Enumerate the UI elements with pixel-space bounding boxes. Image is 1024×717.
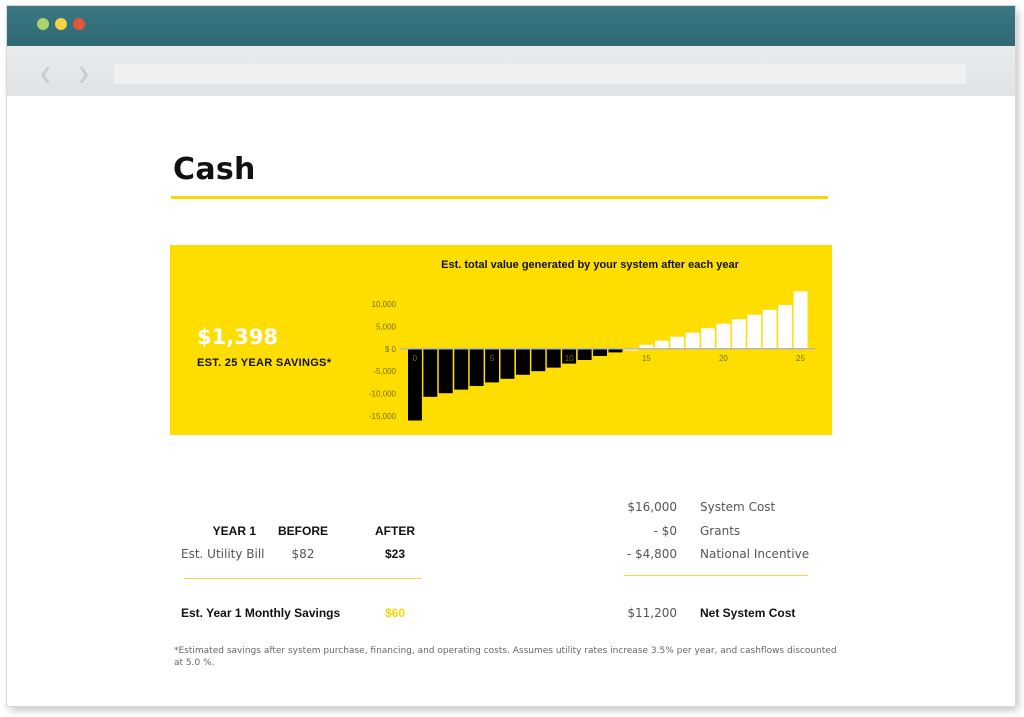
chart-bar bbox=[654, 340, 669, 349]
y-tick-label: 10,000 bbox=[372, 300, 397, 309]
forward-arrow-icon[interactable]: ❯ bbox=[77, 64, 90, 83]
before-header: BEFORE bbox=[277, 524, 328, 538]
chart-bar bbox=[546, 348, 561, 368]
net-cost-amount: $11,200 bbox=[627, 606, 677, 620]
costs-divider bbox=[624, 575, 808, 576]
address-bar[interactable] bbox=[114, 64, 966, 84]
chart-bar bbox=[423, 348, 438, 397]
net-cost-label: Net System Cost bbox=[700, 606, 796, 620]
savings-amount: $1,398 bbox=[197, 325, 279, 349]
after-header: AFTER bbox=[375, 524, 415, 538]
cost-label: Grants bbox=[700, 524, 741, 538]
chart-bar bbox=[762, 309, 777, 349]
chart-bar bbox=[731, 319, 746, 349]
chart-bar bbox=[593, 348, 607, 356]
chart-bar bbox=[747, 314, 762, 349]
x-tick-label: 25 bbox=[796, 354, 805, 363]
back-arrow-icon[interactable]: ❮ bbox=[39, 64, 52, 83]
cost-amount: - $0 bbox=[653, 524, 677, 538]
utility-bill-after: $23 bbox=[384, 547, 406, 561]
cashflow-bar-chart: 10,000 5,000 $ 0 -5,000 -10,000 -15,000 0 5 10 15… bbox=[369, 291, 815, 421]
chart-bar bbox=[670, 336, 685, 349]
year-header: YEAR 1 bbox=[212, 524, 256, 538]
title-underline bbox=[171, 196, 828, 199]
monthly-savings-value: $60 bbox=[384, 606, 406, 620]
maximize-button[interactable] bbox=[37, 18, 49, 30]
chart-bar bbox=[793, 291, 808, 349]
chart-bar bbox=[500, 348, 515, 379]
chart-title: Est. total value generated by your syste… bbox=[441, 259, 739, 271]
close-button[interactable] bbox=[73, 18, 85, 30]
y-tick-label: 5,000 bbox=[376, 322, 397, 331]
chart-bar bbox=[701, 328, 715, 349]
cost-amount: $16,000 bbox=[627, 500, 677, 514]
monthly-savings-label: Est. Year 1 Monthly Savings bbox=[181, 606, 341, 620]
cost-amount: - $4,800 bbox=[626, 547, 677, 561]
chart-bar bbox=[577, 348, 592, 360]
chart-bar bbox=[454, 348, 469, 390]
browser-toolbar: ❮ ❯ bbox=[7, 46, 1015, 96]
cost-label: National Incentive bbox=[700, 547, 810, 561]
chart-bar bbox=[469, 348, 484, 386]
savings-label: EST. 25 YEAR SAVINGS* bbox=[197, 357, 332, 369]
chart-bar bbox=[438, 348, 453, 394]
y-tick-label: -10,000 bbox=[369, 390, 397, 399]
footnote: *Estimated savings after system purchase… bbox=[174, 646, 837, 668]
y-tick-label: -5,000 bbox=[373, 367, 396, 376]
chart-bar bbox=[778, 304, 793, 349]
minimize-button[interactable] bbox=[55, 18, 67, 30]
savings-chart-panel: $1,398 EST. 25 YEAR SAVINGS* Est. total … bbox=[170, 245, 832, 435]
page-title: Cash bbox=[173, 152, 256, 187]
chart-bar bbox=[685, 332, 700, 349]
utility-bill-label: Est. Utility Bill bbox=[181, 547, 265, 561]
chart-bar bbox=[516, 348, 530, 375]
x-tick-label: 5 bbox=[490, 354, 495, 363]
year1-divider bbox=[184, 578, 422, 579]
x-tick-label: 20 bbox=[719, 354, 728, 363]
y-tick-label: $ 0 bbox=[385, 345, 397, 354]
utility-bill-before: $82 bbox=[291, 547, 315, 561]
chart-bar bbox=[716, 323, 731, 349]
cost-label: System Cost bbox=[700, 500, 776, 514]
x-tick-label: 15 bbox=[642, 354, 651, 363]
x-tick-label: 10 bbox=[565, 354, 574, 363]
window-titlebar bbox=[7, 6, 1015, 46]
x-tick-label: 0 bbox=[413, 354, 418, 363]
chart-bar bbox=[531, 348, 546, 372]
y-tick-label: -15,000 bbox=[369, 412, 397, 421]
